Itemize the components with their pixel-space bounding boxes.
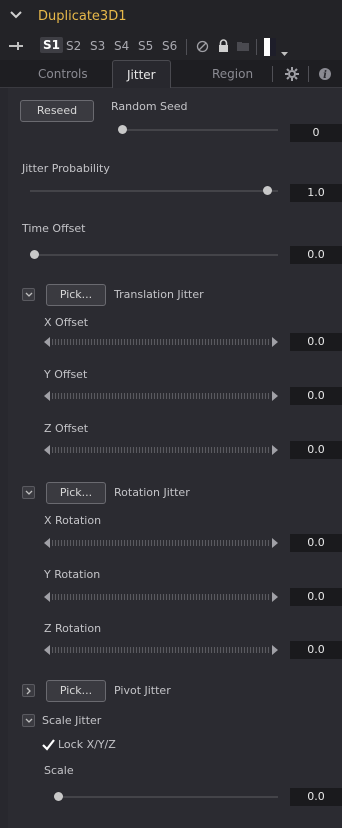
lock-xyz-label: Lock X/Y/Z xyxy=(58,738,116,751)
arrow-right-icon[interactable] xyxy=(272,337,278,347)
chevron-down-icon xyxy=(25,490,33,495)
slot-s5[interactable]: S5 xyxy=(138,39,153,53)
info-icon[interactable]: i xyxy=(318,67,332,84)
scale-knob[interactable] xyxy=(54,792,63,801)
z-offset-label: Z Offset xyxy=(44,422,89,435)
scale-jitter-label: Scale Jitter xyxy=(42,714,102,727)
time-offset-value[interactable]: 0.0 xyxy=(290,246,342,264)
disable-icon[interactable] xyxy=(196,40,209,56)
pin-icon[interactable] xyxy=(8,40,24,55)
z-offset-value[interactable]: 0.0 xyxy=(290,441,342,459)
time-offset-knob[interactable] xyxy=(30,250,39,259)
view-slot-bar: S1 S2 S3 S4 S5 S6 xyxy=(0,34,342,60)
slot-s6[interactable]: S6 xyxy=(162,39,177,53)
chevron-right-icon xyxy=(26,687,31,695)
y-offset-label: Y Offset xyxy=(44,368,88,381)
tab-bar: Controls Jitter Region i xyxy=(0,60,342,88)
jitter-probability-label: Jitter Probability xyxy=(22,162,110,175)
jitter-probability-track[interactable] xyxy=(30,190,278,192)
slot-s2[interactable]: S2 xyxy=(66,39,81,53)
chevron-down-icon xyxy=(25,718,33,723)
y-rotation-value[interactable]: 0.0 xyxy=(290,588,342,606)
rotation-jitter-label: Rotation Jitter xyxy=(114,486,190,499)
translation-jitter-label: Translation Jitter xyxy=(114,288,204,301)
scale-value[interactable]: 0.0 xyxy=(290,788,342,806)
random-seed-knob[interactable] xyxy=(118,125,127,134)
arrow-left-icon[interactable] xyxy=(44,645,50,655)
x-rotation-value[interactable]: 0.0 xyxy=(290,534,342,552)
jitter-probability-knob[interactable] xyxy=(263,186,272,195)
rotation-jitter-expander[interactable] xyxy=(22,486,35,499)
folder-icon[interactable] xyxy=(236,41,250,55)
slot-s3[interactable]: S3 xyxy=(90,39,105,53)
translation-pick-button[interactable]: Pick... xyxy=(46,284,106,306)
x-offset-value[interactable]: 0.0 xyxy=(290,333,342,351)
z-rotation-value[interactable]: 0.0 xyxy=(290,641,342,659)
jitter-probability-value[interactable]: 1.0 xyxy=(290,184,342,202)
dropdown-arrow-icon[interactable] xyxy=(281,46,288,59)
z-rotation-label: Z Rotation xyxy=(44,622,102,635)
scale-track[interactable] xyxy=(54,796,278,798)
arrow-left-icon[interactable] xyxy=(44,337,50,347)
slot-separator xyxy=(186,39,187,55)
arrow-left-icon[interactable] xyxy=(44,538,50,548)
chevron-down-icon xyxy=(25,292,33,297)
arrow-right-icon[interactable] xyxy=(272,538,278,548)
arrow-right-icon[interactable] xyxy=(272,445,278,455)
tab-region[interactable]: Region xyxy=(212,67,253,81)
x-rotation-jog[interactable] xyxy=(44,538,278,548)
x-offset-label: X Offset xyxy=(44,316,89,329)
y-offset-value[interactable]: 0.0 xyxy=(290,387,342,405)
time-offset-track[interactable] xyxy=(30,254,278,256)
lock-xyz-checkbox[interactable] xyxy=(42,738,55,751)
svg-text:i: i xyxy=(323,70,327,81)
checkmark-icon xyxy=(42,739,55,751)
pivot-jitter-label: Pivot Jitter xyxy=(114,684,171,697)
arrow-right-icon[interactable] xyxy=(272,391,278,401)
tab-controls[interactable]: Controls xyxy=(38,67,88,81)
arrow-left-icon[interactable] xyxy=(44,391,50,401)
random-seed-value[interactable]: 0 xyxy=(290,124,342,142)
arrow-right-icon[interactable] xyxy=(272,645,278,655)
slot-separator xyxy=(256,39,257,55)
node-title: Duplicate3D1 xyxy=(38,9,127,24)
z-rotation-jog[interactable] xyxy=(44,645,278,655)
arrow-left-icon[interactable] xyxy=(44,445,50,455)
node-header: Duplicate3D1 xyxy=(0,0,342,34)
y-rotation-jog[interactable] xyxy=(44,592,278,602)
x-offset-jog[interactable] xyxy=(44,337,278,347)
inspector-panel: Duplicate3D1 S1 S2 S3 S4 S5 S6 Controls xyxy=(0,0,342,828)
reseed-button[interactable]: Reseed xyxy=(20,100,94,122)
scale-jitter-expander[interactable] xyxy=(22,714,35,727)
z-offset-jog[interactable] xyxy=(44,445,278,455)
settings-gear-icon[interactable] xyxy=(284,66,300,85)
lock-icon[interactable] xyxy=(218,39,229,56)
arrow-right-icon[interactable] xyxy=(272,592,278,602)
y-rotation-label: Y Rotation xyxy=(44,568,101,581)
tab-separator xyxy=(308,66,309,82)
pivot-pick-button[interactable]: Pick... xyxy=(46,680,106,702)
pivot-jitter-expander[interactable] xyxy=(22,684,35,697)
jitter-controls: Reseed Random Seed 0 Jitter Probability … xyxy=(8,88,342,828)
random-seed-track[interactable] xyxy=(118,129,278,131)
slot-s4[interactable]: S4 xyxy=(114,39,129,53)
x-rotation-label: X Rotation xyxy=(44,514,102,527)
tab-separator xyxy=(272,66,273,82)
translation-jitter-expander[interactable] xyxy=(22,288,35,301)
time-offset-label: Time Offset xyxy=(22,222,86,235)
scale-label: Scale xyxy=(44,764,74,777)
collapse-chevron-icon[interactable] xyxy=(9,8,23,22)
tab-jitter[interactable]: Jitter xyxy=(112,60,171,88)
rotation-pick-button[interactable]: Pick... xyxy=(46,482,106,504)
color-swatch-icon[interactable] xyxy=(264,38,278,59)
random-seed-label: Random Seed xyxy=(111,100,188,113)
slot-s1[interactable]: S1 xyxy=(40,37,63,53)
arrow-left-icon[interactable] xyxy=(44,592,50,602)
y-offset-jog[interactable] xyxy=(44,391,278,401)
